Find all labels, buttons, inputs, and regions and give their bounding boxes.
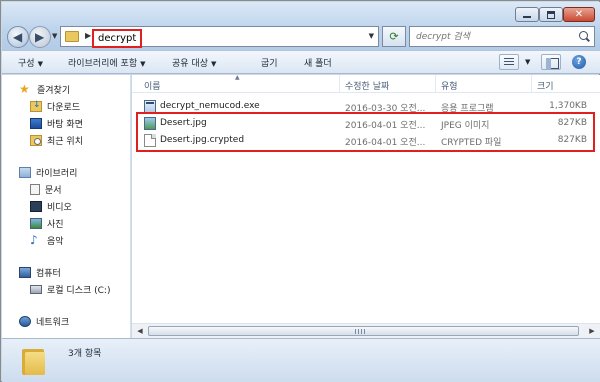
share-with-menu[interactable]: 공유 대상 ▼ — [172, 56, 216, 69]
recent-pages-dropdown-icon[interactable]: ▼ — [52, 32, 57, 40]
search-icon[interactable] — [579, 31, 588, 40]
libraries-icon — [19, 167, 31, 178]
nav-local-disk[interactable]: 로컬 디스크 (C:) — [30, 283, 110, 296]
nav-favorites[interactable]: ★ 즐겨찾기 — [19, 83, 70, 96]
dropdown-arrow-icon: ▼ — [210, 60, 217, 68]
breadcrumb-separator-icon[interactable]: ▶ — [85, 31, 91, 40]
organize-menu[interactable]: 구성 ▼ — [18, 56, 43, 69]
refresh-button[interactable]: ⟳ — [382, 26, 406, 47]
explorer-window: ✕ ◀ ▶ ▼ ▶ decrypt ▼ ⟳ 구성▼ 라이브러리에 포함▼ 공유 … — [0, 0, 600, 382]
jpeg-icon — [144, 117, 156, 130]
file-list: 이름 ▲ 수정한 날짜 유형 크기 decrypt_nemucod.exe 20… — [132, 74, 600, 338]
column-header: 이름 ▲ 수정한 날짜 유형 크기 — [132, 74, 600, 93]
address-bar[interactable]: ▶ decrypt ▼ — [60, 26, 379, 48]
exe-icon — [144, 100, 156, 113]
nav-pictures[interactable]: 사진 — [30, 217, 64, 230]
downloads-folder-icon — [30, 100, 42, 112]
file-row[interactable]: decrypt_nemucod.exe 2016-03-30 오전... 응용 … — [132, 99, 600, 115]
maximize-button[interactable] — [539, 7, 563, 22]
file-type: CRYPTED 파일 — [441, 138, 502, 148]
file-date: 2016-03-30 오전... — [345, 104, 426, 114]
videos-icon — [30, 201, 42, 212]
file-name: Desert.jpg.crypted — [160, 135, 245, 145]
minimize-icon — [523, 12, 531, 18]
nav-computer[interactable]: 컴퓨터 — [19, 266, 61, 279]
address-dropdown-icon[interactable]: ▼ — [369, 32, 374, 40]
item-count: 3개 항목 — [68, 349, 102, 359]
scroll-left-icon[interactable]: ◀ — [134, 326, 146, 337]
pictures-icon — [30, 218, 42, 229]
forward-arrow-icon: ▶ — [35, 30, 45, 44]
minimize-button[interactable] — [515, 7, 539, 22]
music-note-icon: ♪ — [30, 233, 38, 247]
nav-downloads[interactable]: 다운로드 — [30, 100, 80, 113]
documents-icon — [30, 184, 40, 195]
blank-file-icon — [144, 134, 156, 147]
column-divider[interactable] — [339, 75, 340, 93]
column-size[interactable]: 크기 — [537, 79, 554, 92]
hard-drive-icon — [30, 285, 42, 294]
column-divider[interactable] — [531, 75, 532, 93]
dropdown-arrow-icon: ▼ — [140, 60, 146, 68]
file-name: Desert.jpg — [160, 118, 207, 128]
network-icon — [19, 316, 31, 327]
preview-pane-button[interactable] — [541, 54, 561, 70]
recent-places-icon — [30, 135, 42, 146]
column-name[interactable]: 이름 — [144, 79, 161, 92]
column-type[interactable]: 유형 — [441, 79, 458, 92]
folder-icon — [65, 31, 79, 42]
file-size: 1,370KB — [549, 101, 587, 111]
nav-music[interactable]: ♪ 음악 — [30, 234, 64, 247]
back-button[interactable]: ◀ — [7, 26, 29, 48]
computer-icon — [19, 267, 31, 278]
file-row[interactable]: Desert.jpg.crypted 2016-04-01 오전... CRYP… — [132, 133, 600, 149]
file-type: 응용 프로그램 — [441, 104, 494, 114]
search-box[interactable] — [409, 26, 595, 47]
help-icon[interactable]: ? — [572, 55, 586, 69]
scrollbar-grip — [355, 329, 365, 334]
desktop-icon — [30, 118, 42, 129]
column-date-modified[interactable]: 수정한 날짜 — [345, 79, 389, 92]
file-date: 2016-04-01 오전... — [345, 138, 426, 148]
star-icon: ★ — [19, 82, 30, 96]
navigation-pane: ★즐겨찾기 다운로드 바탕 화면 최근 위치 라이브러리 문서 비디오 사진 ♪… — [2, 75, 131, 338]
nav-network[interactable]: 네트워크 — [19, 315, 69, 328]
sort-arrow-icon: ▲ — [235, 74, 240, 81]
new-folder-button[interactable]: 새 폴더 — [304, 56, 332, 69]
breadcrumb-decrypt[interactable]: decrypt — [92, 29, 143, 48]
back-arrow-icon: ◀ — [13, 30, 23, 44]
file-row[interactable]: Desert.jpg 2016-04-01 오전... JPEG 이미지 827… — [132, 116, 600, 132]
include-in-library-menu[interactable]: 라이브러리에 포함 ▼ — [68, 56, 146, 69]
scroll-right-icon[interactable]: ▶ — [586, 326, 598, 337]
close-button[interactable]: ✕ — [563, 7, 595, 22]
file-type: JPEG 이미지 — [441, 121, 490, 131]
nav-desktop[interactable]: 바탕 화면 — [30, 117, 83, 130]
nav-recent-places[interactable]: 최근 위치 — [30, 134, 83, 147]
burn-button[interactable]: 굽기 — [261, 56, 278, 69]
forward-button[interactable]: ▶ — [29, 26, 51, 48]
folder-icon — [22, 343, 46, 375]
nav-documents[interactable]: 문서 — [30, 183, 62, 196]
command-bar: 구성 ▼ 라이브러리에 포함 ▼ 공유 대상 ▼ 굽기 새 폴더 ▼ ? — [2, 50, 600, 74]
file-size: 827KB — [557, 135, 587, 145]
refresh-icon: ⟳ — [389, 30, 399, 43]
nav-videos[interactable]: 비디오 — [30, 200, 72, 213]
scrollbar-thumb[interactable] — [148, 326, 579, 336]
dropdown-arrow-icon: ▼ — [37, 60, 43, 68]
close-icon: ✕ — [574, 8, 584, 20]
file-size: 827KB — [557, 118, 587, 128]
change-view-button[interactable] — [499, 54, 519, 70]
status-bar: 3개 항목 — [2, 338, 600, 382]
file-name: decrypt_nemucod.exe — [160, 101, 260, 111]
file-date: 2016-04-01 오전... — [345, 121, 426, 131]
column-divider[interactable] — [435, 75, 436, 93]
search-input[interactable] — [416, 30, 566, 44]
maximize-icon — [547, 10, 555, 19]
view-dropdown-icon[interactable]: ▼ — [522, 57, 530, 67]
horizontal-scrollbar[interactable]: ◀ ▶ — [132, 323, 600, 338]
nav-libraries[interactable]: 라이브러리 — [19, 166, 77, 179]
title-bar: ✕ ◀ ▶ ▼ ▶ decrypt ▼ ⟳ — [2, 2, 600, 50]
